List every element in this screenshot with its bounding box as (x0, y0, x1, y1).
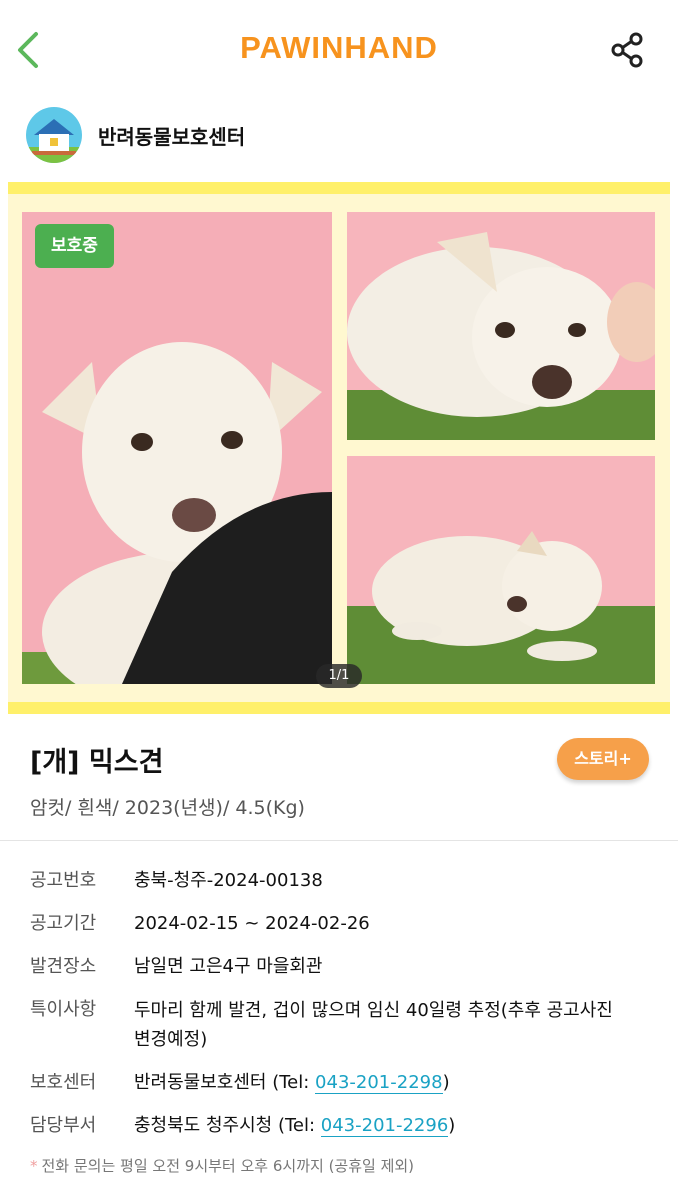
house-icon (26, 107, 82, 163)
top-app-bar: PAWINHAND (0, 0, 678, 100)
shelter-name: 반려동물보호센터 (98, 124, 246, 149)
phone-hours-note: * 전화 문의는 평일 오전 9시부터 오후 6시까지 (공휴일 제외) (30, 1155, 414, 1176)
animal-title: [개] 믹스견 (30, 747, 164, 778)
photo-counter: 1/1 (316, 664, 362, 688)
period-value: 2024-02-15 ~ 2024-02-26 (134, 913, 370, 934)
department-tel-suffix: ) (448, 1115, 456, 1136)
dog-photo-lying (347, 212, 655, 440)
department-label: 담당부서 (30, 1115, 97, 1136)
status-badge: 보호중 (35, 224, 114, 268)
shelter-contact: 반려동물보호센터 (Tel: 043-201-2298) (134, 1069, 634, 1097)
asterisk-icon: * (30, 1157, 38, 1175)
divider (0, 840, 678, 841)
phone-hours-text: 전화 문의는 평일 오전 9시부터 오후 6시까지 (공휴일 제외) (41, 1157, 415, 1175)
shelter-tel-prefix: (Tel: (272, 1072, 316, 1093)
shelter-tel-suffix: ) (442, 1072, 450, 1093)
notice-no-value: 충북-청주-2024-00138 (134, 870, 323, 891)
photo-gallery[interactable]: 보호중 1/1 (8, 182, 670, 714)
department-phone-link[interactable]: 043-201-2296 (320, 1115, 449, 1137)
app-logo: PAWINHAND (240, 30, 438, 65)
shelter-avatar (26, 107, 82, 163)
shelter-label: 보호센터 (30, 1072, 97, 1093)
found-place-label: 발견장소 (30, 956, 97, 977)
dog-photo-main: 보호중 (22, 212, 332, 684)
share-icon (611, 32, 643, 68)
notice-no-label: 공고번호 (30, 870, 97, 891)
department-contact: 충청북도 청주시청 (Tel: 043-201-2296) (134, 1112, 634, 1140)
dog-photo-side (347, 456, 655, 684)
special-value: 두마리 함께 발견, 겁이 많으며 임신 40일령 추정(추후 공고사진 변경예… (134, 1000, 613, 1050)
special-label: 특이사항 (30, 999, 97, 1020)
shelter-header[interactable]: 반려동물보호센터 (26, 105, 245, 165)
found-place-value: 남일면 고은4구 마을회관 (134, 956, 323, 977)
story-button[interactable]: 스토리+ (557, 738, 649, 780)
department-tel-prefix: (Tel: (277, 1115, 321, 1136)
period-label: 공고기간 (30, 913, 97, 934)
shelter-phone-link[interactable]: 043-201-2298 (315, 1072, 443, 1094)
shelter-contact-name: 반려동물보호센터 (134, 1072, 267, 1093)
animal-summary: 암컷/ 흰색/ 2023(년생)/ 4.5(Kg) (30, 797, 305, 819)
department-name: 충청북도 청주시청 (134, 1115, 273, 1136)
share-button[interactable] (608, 30, 648, 70)
